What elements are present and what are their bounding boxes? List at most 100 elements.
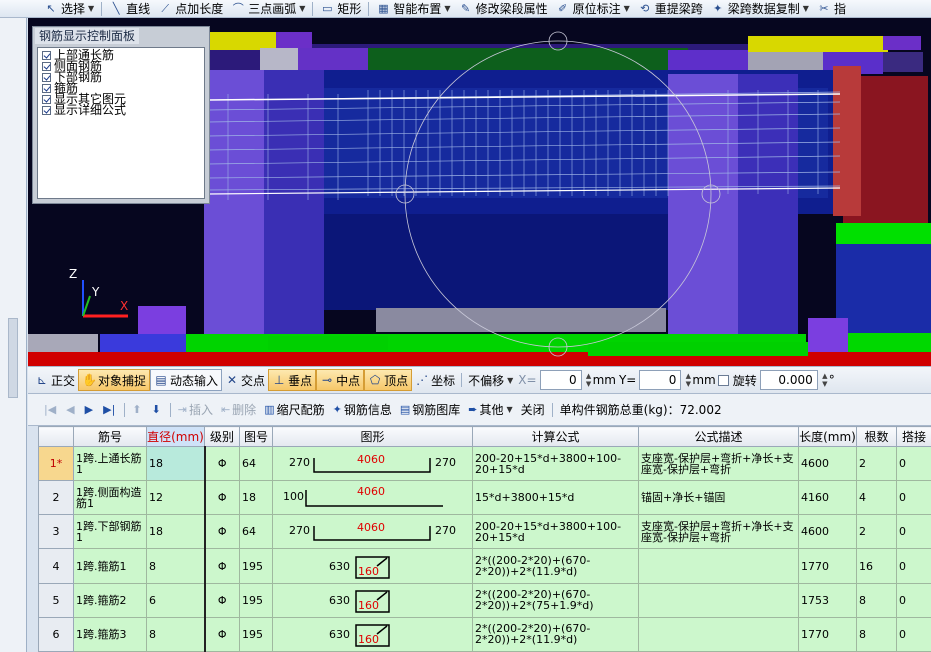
cell-bar-name[interactable]: 1跨.上通长筋1: [73, 445, 147, 482]
row-number[interactable]: 1*: [38, 445, 74, 482]
checkbox-checked-icon[interactable]: [42, 95, 51, 104]
cell-grade[interactable]: Φ: [204, 582, 240, 618]
option-detail-formula[interactable]: 显示详细公式: [38, 104, 204, 116]
checkbox-checked-icon[interactable]: [42, 84, 51, 93]
cell-figure-no[interactable]: 64: [239, 514, 273, 550]
3d-viewport[interactable]: Z Y X 钢筋显示控制面板 上部通长筋 侧面钢筋 下部钢筋 箍筋 显示其它图元…: [28, 18, 931, 366]
move-up-button[interactable]: ⬆: [128, 403, 147, 416]
rotate-angle-input[interactable]: 0.000: [759, 370, 818, 390]
cell-lap[interactable]: 0: [896, 582, 931, 618]
cell-count[interactable]: 4: [856, 480, 897, 516]
chevron-down-icon[interactable]: ▼: [299, 4, 305, 13]
other-menu-button[interactable]: ➨ 其他 ▼: [464, 401, 516, 418]
row-number[interactable]: 3: [38, 514, 74, 550]
cell-shape[interactable]: 100 4060: [272, 480, 473, 516]
cell-bar-name[interactable]: 1跨.箍筋1: [73, 548, 147, 584]
cell-formula[interactable]: 200-20+15*d+3800+100-20+15*d: [472, 514, 639, 550]
delete-button[interactable]: ⇤ 删除: [217, 401, 260, 418]
cell-figure-no[interactable]: 195: [239, 616, 273, 652]
row-number[interactable]: 5: [38, 582, 74, 618]
cell-length[interactable]: 4160: [798, 480, 857, 516]
cell-bar-name[interactable]: 1跨.下部钢筋1: [73, 514, 147, 550]
col-header-figure-no[interactable]: 图号: [239, 426, 273, 447]
insert-button[interactable]: ⇥ 插入: [174, 401, 217, 418]
object-snap-button[interactable]: ✋ 对象捕捉: [78, 369, 151, 391]
spin-buttons-icon[interactable]: ▲ ▼: [684, 372, 692, 388]
chevron-down-icon[interactable]: ▼: [803, 4, 809, 13]
dynamic-input-button[interactable]: ▤ 动态输入: [150, 369, 223, 391]
cell-diameter[interactable]: 12: [146, 480, 206, 516]
table-row[interactable]: 4 1跨.箍筋1 8 Φ 195 630 160 2*((200-2*20)+(…: [38, 548, 931, 584]
cell-shape[interactable]: 630 160: [272, 548, 473, 584]
cell-shape[interactable]: 270 4060 270: [272, 514, 473, 550]
cell-diameter[interactable]: 18: [146, 445, 206, 482]
last-record-button[interactable]: ▶|: [99, 403, 121, 416]
cell-count[interactable]: 8: [856, 582, 897, 618]
cell-diameter[interactable]: 8: [146, 616, 206, 652]
reextract-tool[interactable]: ⟲ 重提梁跨: [634, 0, 707, 18]
table-row[interactable]: 2 1跨.侧面构造筋1 12 Φ 18 100 4060 15*d+3800+1…: [38, 480, 931, 516]
cell-lap[interactable]: 0: [896, 514, 931, 550]
move-down-button[interactable]: ⬇: [148, 403, 167, 416]
cell-count[interactable]: 2: [856, 445, 897, 482]
table-row[interactable]: 5 1跨.箍筋2 6 Φ 195 630 160 2*((200-2*20)+(…: [38, 582, 931, 618]
cell-formula-desc[interactable]: [638, 616, 799, 652]
row-number[interactable]: 4: [38, 548, 74, 584]
vertex-snap-button[interactable]: ⬠ 顶点: [364, 369, 413, 391]
cell-formula[interactable]: 2*((200-2*20)+(670-2*20))+2*(75+1.9*d): [472, 582, 639, 618]
cell-figure-no[interactable]: 18: [239, 480, 273, 516]
ortho-button[interactable]: ⊾ 正交: [32, 369, 78, 391]
cell-bar-name[interactable]: 1跨.侧面构造筋1: [73, 480, 147, 516]
cell-formula[interactable]: 2*((200-2*20)+(670-2*20))+2*(11.9*d): [472, 616, 639, 652]
copy-span-tool[interactable]: ✦ 梁跨数据复制 ▼: [707, 0, 813, 18]
spin-buttons-icon[interactable]: ▲ ▼: [821, 372, 829, 388]
rotate-checkbox[interactable]: [717, 374, 729, 386]
cell-formula-desc[interactable]: 支座宽-保护层+弯折+净长+支座宽-保护层+弯折: [638, 514, 799, 550]
prev-record-button[interactable]: ◀: [62, 403, 80, 416]
cell-diameter[interactable]: 6: [146, 582, 206, 618]
close-button[interactable]: 关闭: [517, 401, 549, 418]
rebar-library-button[interactable]: ▤ 钢筋图库: [396, 401, 464, 418]
col-header-lap[interactable]: 搭接: [896, 426, 931, 447]
cell-bar-name[interactable]: 1跨.箍筋2: [73, 582, 147, 618]
cell-figure-no[interactable]: 195: [239, 548, 273, 584]
checkbox-checked-icon[interactable]: [42, 73, 51, 82]
cell-grade[interactable]: Φ: [204, 445, 240, 482]
line-tool[interactable]: ╲ 直线: [105, 0, 154, 18]
cell-figure-no[interactable]: 195: [239, 582, 273, 618]
edit-beam-tool[interactable]: ✎ 修改梁段属性: [455, 0, 552, 18]
select-tool[interactable]: ↖ 选择 ▼: [40, 0, 98, 18]
cell-formula-desc[interactable]: 锚固+净长+锚固: [638, 480, 799, 516]
cell-grade[interactable]: Φ: [204, 514, 240, 550]
offset-mode-dropdown[interactable]: 不偏移 ▼: [465, 369, 516, 391]
checkbox-checked-icon[interactable]: [42, 51, 51, 60]
chevron-down-icon[interactable]: ▼: [624, 4, 630, 13]
rectangle-tool[interactable]: ▭ 矩形: [316, 0, 365, 18]
spin-buttons-icon[interactable]: ▲ ▼: [585, 372, 593, 388]
cell-figure-no[interactable]: 64: [239, 445, 273, 482]
cell-formula-desc[interactable]: 支座宽-保护层+弯折+净长+支座宽-保护层+弯折: [638, 445, 799, 482]
point-length-tool[interactable]: ⟋ 点加长度: [154, 0, 227, 18]
table-row[interactable]: 3 1跨.下部钢筋1 18 Φ 64 270 4060 270 200-20+1…: [38, 514, 931, 550]
cell-grade[interactable]: Φ: [204, 548, 240, 584]
cell-length[interactable]: 1770: [798, 616, 857, 652]
smart-layout-tool[interactable]: ▦ 智能布置 ▼: [372, 0, 454, 18]
col-header-bar-no[interactable]: 筋号: [73, 426, 147, 447]
cell-lap[interactable]: 0: [896, 445, 931, 482]
cell-lap[interactable]: 0: [896, 548, 931, 584]
scrollbar-thumb[interactable]: [8, 318, 18, 398]
cell-lap[interactable]: 0: [896, 480, 931, 516]
y-offset-input[interactable]: 0: [639, 370, 682, 390]
cell-length[interactable]: 4600: [798, 514, 857, 550]
rebar-info-button[interactable]: ✦ 钢筋信息: [329, 401, 396, 418]
cell-length[interactable]: 4600: [798, 445, 857, 482]
first-record-button[interactable]: |◀: [40, 403, 62, 416]
cell-formula-desc[interactable]: [638, 582, 799, 618]
x-offset-input[interactable]: 0: [539, 370, 582, 390]
col-header-formula-desc[interactable]: 公式描述: [638, 426, 799, 447]
cell-shape[interactable]: 630 160: [272, 616, 473, 652]
cell-count[interactable]: 8: [856, 616, 897, 652]
arc-tool[interactable]: ⌒ 三点画弧 ▼: [227, 0, 309, 18]
cell-diameter[interactable]: 8: [146, 548, 206, 584]
cell-length[interactable]: 1753: [798, 582, 857, 618]
